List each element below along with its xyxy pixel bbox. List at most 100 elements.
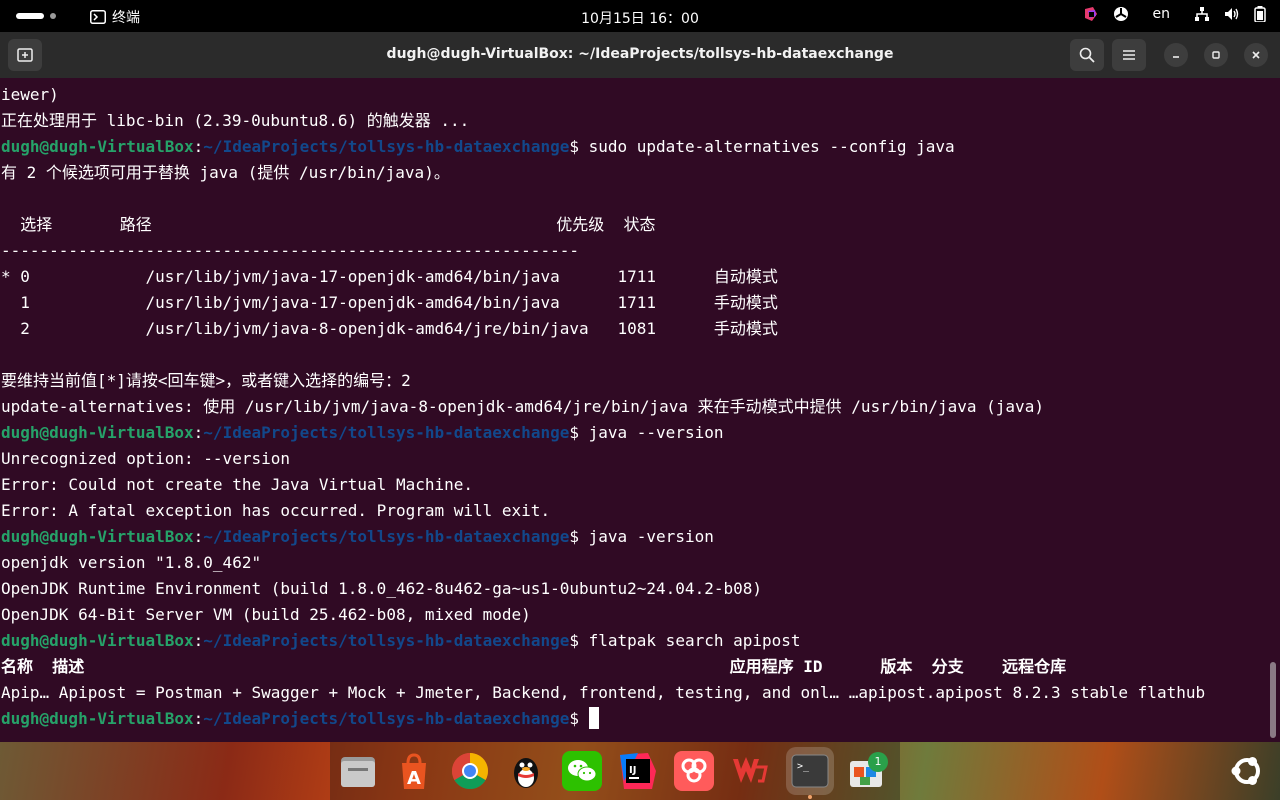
svg-text:IJ: IJ bbox=[629, 765, 636, 776]
prompt-symbol: $ bbox=[569, 709, 579, 728]
top-bar: 终端 10月15日 16：00 en bbox=[0, 0, 1280, 32]
active-app-menu[interactable]: 终端 bbox=[90, 7, 140, 27]
volume-icon[interactable] bbox=[1224, 6, 1240, 22]
prompt-path: ~/IdeaProjects/tollsys-hb-dataexchange bbox=[203, 137, 570, 156]
show-apps-icon[interactable] bbox=[1228, 752, 1266, 790]
terminal-running-indicator bbox=[808, 795, 812, 799]
wps-office-icon bbox=[733, 757, 768, 783]
new-tab-icon bbox=[17, 48, 33, 62]
prompt-separator: : bbox=[193, 137, 204, 156]
prompt-user-host: dugh@dugh-VirtualBox bbox=[1, 423, 194, 442]
svg-text:>_: >_ bbox=[797, 761, 810, 772]
terminal-prompt-line: dugh@dugh-VirtualBox:~/IdeaProjects/toll… bbox=[1, 524, 1263, 550]
qq-penguin-icon bbox=[514, 758, 538, 788]
prompt-user-host: dugh@dugh-VirtualBox bbox=[1, 527, 194, 546]
dock-files[interactable] bbox=[338, 751, 378, 791]
workspace-indicator[interactable] bbox=[50, 13, 56, 19]
terminal-output-line: Error: Could not create the Java Virtual… bbox=[1, 475, 474, 494]
prompt-path: ~/IdeaProjects/tollsys-hb-dataexchange bbox=[203, 631, 570, 650]
dock: A IJ >_ bbox=[0, 742, 1280, 800]
battery-icon[interactable] bbox=[1254, 6, 1266, 22]
workspace-indicator-active[interactable] bbox=[16, 13, 44, 19]
maximize-button[interactable] bbox=[1204, 43, 1228, 67]
terminal-output-line: 2 /usr/lib/jvm/java-8-openjdk-amd64/jre/… bbox=[1, 319, 778, 338]
dock-app-center[interactable]: A bbox=[394, 751, 434, 791]
terminal-output-line: Unrecognized option: --version bbox=[1, 449, 290, 468]
jetbrains-toolbox-icon[interactable] bbox=[1083, 6, 1099, 22]
input-language-indicator[interactable]: en bbox=[1153, 6, 1171, 22]
hamburger-menu-icon bbox=[1123, 50, 1135, 60]
terminal-output-line: OpenJDK 64-Bit Server VM (build 25.462-b… bbox=[1, 605, 531, 624]
dock-qq[interactable] bbox=[506, 751, 546, 791]
files-icon bbox=[341, 757, 375, 787]
prompt-separator: : bbox=[193, 423, 204, 442]
dock-wechat[interactable] bbox=[562, 751, 602, 791]
prompt-path: ~/IdeaProjects/tollsys-hb-dataexchange bbox=[203, 423, 570, 442]
network-icon[interactable] bbox=[1194, 6, 1210, 22]
terminal-app-icon bbox=[90, 10, 106, 24]
command-text bbox=[579, 709, 589, 728]
chrome-icon bbox=[451, 753, 489, 790]
minimize-button[interactable] bbox=[1164, 43, 1188, 67]
dock-wps-office[interactable] bbox=[730, 751, 770, 791]
restore-icon bbox=[1212, 51, 1220, 59]
terminal-view[interactable]: iewer) 正在处理用于 libc-bin (2.39-0ubuntu8.6) … bbox=[0, 78, 1280, 742]
text-cursor bbox=[588, 707, 599, 729]
terminal-output-line: update-alternatives: 使用 /usr/lib/jvm/jav… bbox=[1, 397, 1044, 416]
dock-apipost[interactable] bbox=[674, 751, 714, 791]
terminal-prompt-line: dugh@dugh-VirtualBox:~/IdeaProjects/toll… bbox=[1, 134, 1263, 160]
close-button[interactable] bbox=[1244, 43, 1268, 67]
terminal-prompt-line: dugh@dugh-VirtualBox:~/IdeaProjects/toll… bbox=[1, 420, 1263, 446]
wechat-icon bbox=[568, 760, 597, 782]
terminal-scrollbar[interactable] bbox=[1270, 662, 1276, 738]
terminal-icon: >_ bbox=[791, 754, 829, 788]
updater-badge: 1 bbox=[868, 752, 888, 772]
terminal-output-line: openjdk version "1.8.0_462" bbox=[1, 553, 262, 572]
terminal-output-line: * 0 /usr/lib/jvm/java-17-openjdk-amd64/b… bbox=[1, 267, 778, 286]
prompt-separator: : bbox=[193, 631, 204, 650]
system-tray[interactable]: en bbox=[1083, 6, 1267, 22]
terminal-output-line: 名称 描述 应用程序 ID 版本 分支 远程仓库 bbox=[1, 657, 1067, 676]
prompt-user-host: dugh@dugh-VirtualBox bbox=[1, 709, 194, 728]
terminal-prompt-line: dugh@dugh-VirtualBox:~/IdeaProjects/toll… bbox=[1, 628, 1263, 654]
clock[interactable]: 10月15日 16：00 bbox=[581, 11, 699, 27]
prompt-path: ~/IdeaProjects/tollsys-hb-dataexchange bbox=[203, 527, 570, 546]
prompt-path: ~/IdeaProjects/tollsys-hb-dataexchange bbox=[203, 709, 570, 728]
menu-button[interactable] bbox=[1112, 39, 1146, 71]
dock-intellij-idea[interactable]: IJ bbox=[618, 751, 658, 791]
prompt-symbol: $ bbox=[569, 423, 579, 442]
command-text: flatpak search apipost bbox=[578, 631, 801, 650]
prompt-separator: : bbox=[193, 709, 204, 728]
tray-app-icon[interactable] bbox=[1113, 6, 1129, 22]
prompt-symbol: $ bbox=[569, 631, 579, 650]
command-text: java -version bbox=[578, 527, 714, 546]
window-title: dugh@dugh-VirtualBox: ~/IdeaProjects/tol… bbox=[386, 46, 894, 62]
terminal-output-line: 选择 路径 优先级 状态 bbox=[1, 215, 656, 234]
prompt-user-host: dugh@dugh-VirtualBox bbox=[1, 137, 194, 156]
prompt-user-host: dugh@dugh-VirtualBox bbox=[1, 631, 194, 650]
terminal-output-line: Apip… Apipost = Postman + Swagger + Mock… bbox=[1, 683, 1206, 702]
dock-terminal[interactable]: >_ bbox=[786, 747, 834, 795]
apipost-icon bbox=[681, 758, 707, 783]
prompt-symbol: $ bbox=[569, 527, 579, 546]
terminal-output-line: ----------------------------------------… bbox=[1, 241, 579, 260]
terminal-output-line: 有 2 个候选项可用于替换 java (提供 /usr/bin/java)。 bbox=[1, 163, 450, 182]
terminal-output-line: OpenJDK Runtime Environment (build 1.8.0… bbox=[1, 579, 762, 598]
terminal-headerbar: dugh@dugh-VirtualBox: ~/IdeaProjects/tol… bbox=[0, 32, 1280, 78]
terminal-output-line: 1 /usr/lib/jvm/java-17-openjdk-amd64/bin… bbox=[1, 293, 778, 312]
terminal-prompt-line: dugh@dugh-VirtualBox:~/IdeaProjects/toll… bbox=[1, 706, 1263, 732]
active-app-name: 终端 bbox=[112, 10, 140, 26]
new-tab-button[interactable] bbox=[8, 39, 42, 71]
search-icon bbox=[1079, 47, 1095, 63]
terminal-output-line: 要维持当前值[*]请按<回车键>，或者键入选择的编号：2 bbox=[1, 371, 411, 390]
intellij-idea-icon: IJ bbox=[620, 753, 656, 789]
terminal-output-line: iewer) bbox=[1, 85, 59, 104]
command-text: sudo update-alternatives --config java bbox=[578, 137, 955, 156]
search-button[interactable] bbox=[1070, 39, 1104, 71]
dock-chrome[interactable] bbox=[450, 751, 490, 791]
prompt-symbol: $ bbox=[569, 137, 579, 156]
minimize-icon bbox=[1173, 56, 1179, 58]
close-icon bbox=[1252, 51, 1260, 59]
